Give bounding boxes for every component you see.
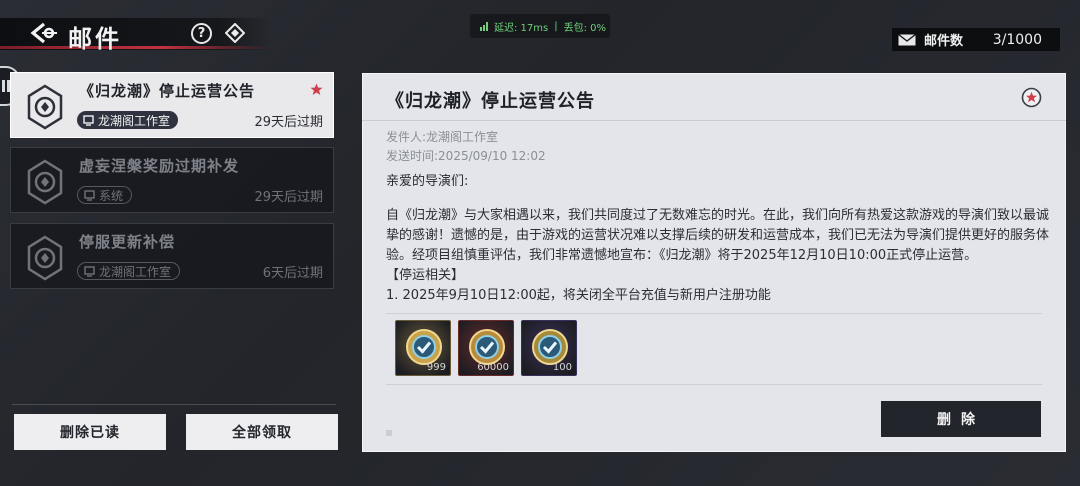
mail-cut-line: 1. 2025年9月10日12:00起，将关闭全平台充值与新用户注册功能 — [386, 288, 771, 303]
mail-emblem-icon — [23, 158, 67, 206]
mail-expire: 6天后过期 — [262, 266, 323, 281]
claim-all-button[interactable]: 全部领取 — [186, 414, 338, 450]
reward-item[interactable]: 60000 — [458, 320, 514, 376]
mail-subject: 《归龙潮》停止运营公告 — [79, 82, 256, 100]
mail-body[interactable]: 亲爱的导演们: 自《归龙潮》与大家相遇以来，我们共同度过了无数难忘的时光。在此，… — [386, 172, 1050, 316]
delete-read-button[interactable]: 删除已读 — [14, 414, 166, 450]
favorite-button[interactable] — [1021, 87, 1042, 108]
studio-icon — [84, 265, 95, 277]
mail-list-item[interactable]: 停服更新补偿 龙潮阁工作室 6天后过期 — [10, 223, 334, 289]
mail-list-item[interactable]: 虚妄涅槃奖励过期补发 系统 29天后过期 — [10, 147, 334, 213]
diamond-icon — [225, 23, 245, 43]
mail-detail-title: 《归龙潮》停止运营公告 — [386, 91, 595, 112]
back-button[interactable] — [30, 20, 60, 46]
panel-corner-mark — [386, 430, 446, 436]
reward-qty: 999 — [426, 362, 446, 373]
mail-emblem-icon — [23, 234, 67, 282]
mail-expire: 29天后过期 — [254, 190, 323, 205]
title-divider — [362, 120, 1066, 121]
mail-count-label: 邮件数 — [924, 34, 964, 49]
info-diamond-button[interactable] — [225, 23, 245, 43]
reward-item[interactable]: 999 — [395, 320, 451, 376]
delete-button[interactable]: 删除 — [881, 401, 1041, 437]
star-circle-icon — [1021, 87, 1042, 108]
network-status: 延迟: 17ms | 丢包: 0% — [470, 14, 610, 38]
studio-icon — [83, 114, 94, 126]
latency-text: 延迟: 17ms — [494, 22, 549, 34]
list-divider — [12, 404, 336, 405]
envelope-icon — [898, 33, 916, 45]
mail-time-line: 发送时间:2025/09/10 12:02 — [386, 149, 546, 163]
mail-sender-tag: 龙潮阁工作室 — [77, 262, 181, 280]
signal-icon — [480, 21, 488, 31]
mail-paragraph: 自《归龙潮》与大家相遇以来，我们共同度过了无数难忘的时光。在此，我们向所有热爱这… — [386, 208, 1050, 263]
mail-sender-name: 龙潮阁工作室 — [98, 113, 171, 128]
reward-qty: 60000 — [477, 362, 509, 373]
packet-loss-text: 丢包: 0% — [563, 22, 607, 34]
mail-sender-name: 系统 — [99, 188, 124, 203]
mail-sender-tag: 龙潮阁工作室 — [77, 111, 179, 129]
mail-emblem-icon — [23, 83, 67, 131]
system-icon — [84, 189, 95, 201]
star-icon — [310, 81, 323, 100]
mail-subject: 虚妄涅槃奖励过期补发 — [79, 157, 240, 175]
mail-greeting: 亲爱的导演们: — [386, 174, 469, 189]
mail-subject: 停服更新补偿 — [79, 233, 176, 251]
separator: | — [554, 20, 558, 32]
mail-sender-tag: 系统 — [77, 186, 133, 204]
back-arrow-icon — [30, 22, 57, 44]
mail-list-item[interactable]: 《归龙潮》停止运营公告 龙潮阁工作室 29天后过期 — [10, 72, 334, 138]
mail-sender-name: 龙潮阁工作室 — [99, 264, 172, 279]
mail-count-value: 3/1000 — [992, 31, 1042, 48]
help-button[interactable]: ? — [191, 23, 212, 44]
reward-item[interactable]: 100 — [521, 320, 577, 376]
mail-expire: 29天后过期 — [254, 115, 323, 130]
mail-section-heading: 【停运相关】 — [386, 268, 465, 283]
mail-count-panel: 邮件数 3/1000 — [892, 28, 1060, 51]
reward-qty: 100 — [552, 362, 572, 373]
page-title: 邮件 — [68, 25, 122, 53]
mail-sender-line: 发件人:龙潮阁工作室 — [386, 130, 499, 144]
header-accent-line — [0, 46, 270, 49]
